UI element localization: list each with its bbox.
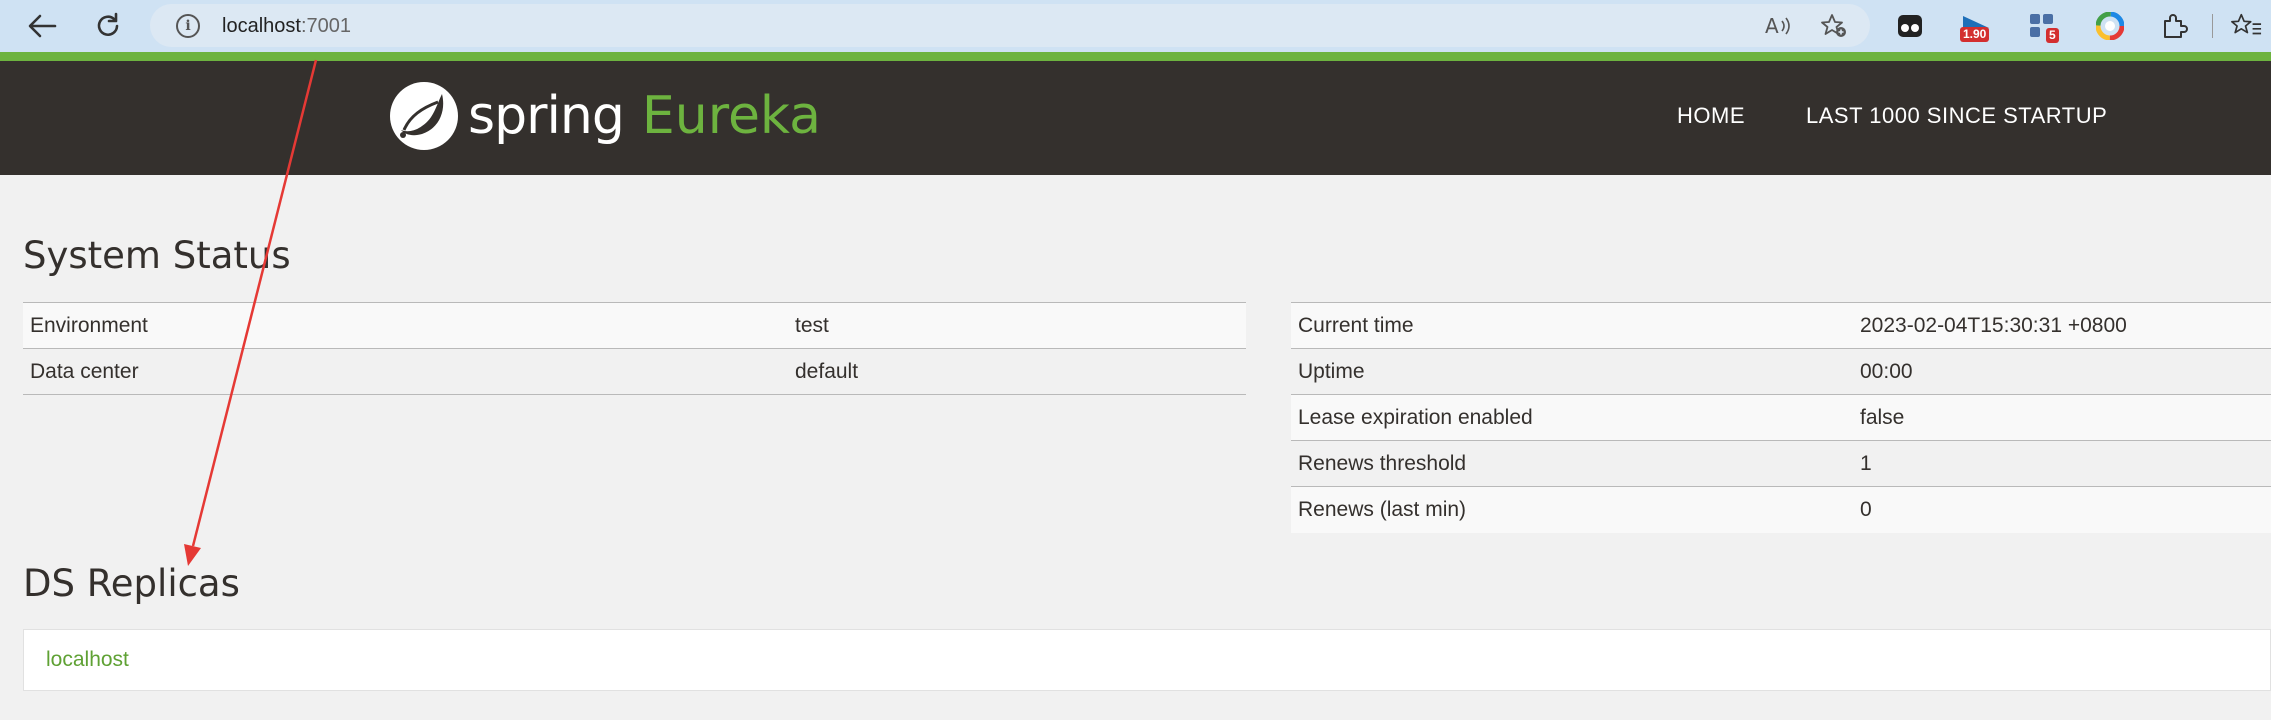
system-status-left-table: Environment test Data center default bbox=[23, 302, 1246, 395]
table-row: Uptime 00:00 bbox=[1291, 348, 2271, 395]
table-row: Environment test bbox=[23, 302, 1246, 349]
uptime-value: 00:00 bbox=[1860, 359, 1913, 383]
back-arrow-icon bbox=[28, 14, 57, 38]
tampermonkey-icon[interactable] bbox=[1894, 10, 1926, 42]
renews-last-min-label: Renews (last min) bbox=[1298, 497, 1467, 521]
browser-toolbar: i localhost:7001 A 1.90 5 bbox=[0, 0, 2271, 52]
toolbar-divider bbox=[2212, 14, 2213, 38]
favorite-add-icon[interactable] bbox=[1820, 13, 1848, 39]
env-label: Environment bbox=[30, 313, 148, 337]
logo-spring-text: spring bbox=[468, 86, 625, 146]
flag-extension-icon[interactable]: 1.90 bbox=[1960, 10, 1992, 42]
current-time-value: 2023-02-04T15:30:31 +0800 bbox=[1860, 313, 2127, 337]
nav-home[interactable]: HOME bbox=[1677, 103, 1745, 129]
table-row: Data center default bbox=[23, 348, 1246, 395]
env-value: test bbox=[795, 313, 829, 337]
reload-button[interactable] bbox=[88, 8, 128, 44]
logo-eureka-text: Eureka bbox=[641, 86, 821, 146]
app-header: spring Eureka HOME LAST 1000 SINCE START… bbox=[0, 61, 2271, 175]
system-status-right-table: Current time 2023-02-04T15:30:31 +0800 U… bbox=[1291, 302, 2271, 533]
svg-text:A: A bbox=[1765, 15, 1779, 37]
ds-replicas-list: localhost bbox=[23, 629, 2271, 691]
renews-last-min-value: 0 bbox=[1860, 497, 1872, 521]
reload-icon bbox=[97, 12, 119, 36]
renews-threshold-label: Renews threshold bbox=[1298, 451, 1467, 475]
spring-leaf-icon bbox=[390, 82, 458, 150]
table-row: Lease expiration enabled false bbox=[1291, 394, 2271, 441]
uptime-label: Uptime bbox=[1298, 359, 1365, 383]
table-row: Current time 2023-02-04T15:30:31 +0800 bbox=[1291, 302, 2271, 349]
replica-link[interactable]: localhost bbox=[46, 648, 129, 672]
table-row: Renews threshold 1 bbox=[1291, 440, 2271, 487]
nav-last-1000[interactable]: LAST 1000 SINCE STARTUP bbox=[1806, 103, 2107, 129]
datacenter-label: Data center bbox=[30, 359, 139, 383]
read-aloud-icon[interactable]: A bbox=[1765, 13, 1793, 39]
datacenter-value: default bbox=[795, 359, 859, 383]
extensions-puzzle-icon[interactable] bbox=[2158, 10, 2190, 42]
current-time-label: Current time bbox=[1298, 313, 1414, 337]
system-status-title: System Status bbox=[23, 234, 291, 277]
favorites-icon[interactable] bbox=[2230, 10, 2262, 42]
renews-threshold-value: 1 bbox=[1860, 451, 1872, 475]
table-row: Renews (last min) 0 bbox=[1291, 486, 2271, 533]
accent-stripe bbox=[0, 52, 2271, 61]
lease-expiration-label: Lease expiration enabled bbox=[1298, 405, 1533, 429]
url-text[interactable]: localhost:7001 bbox=[222, 15, 351, 38]
address-bar[interactable]: i localhost:7001 A bbox=[150, 4, 1870, 47]
spring-eureka-logo[interactable]: spring Eureka bbox=[388, 76, 821, 156]
lease-expiration-value: false bbox=[1860, 405, 1905, 429]
color-extension-icon[interactable] bbox=[2094, 10, 2126, 42]
back-button[interactable] bbox=[22, 8, 62, 44]
site-info-icon[interactable]: i bbox=[176, 14, 200, 38]
apps-extension-icon[interactable]: 5 bbox=[2026, 10, 2059, 43]
ds-replicas-title: DS Replicas bbox=[23, 562, 240, 605]
